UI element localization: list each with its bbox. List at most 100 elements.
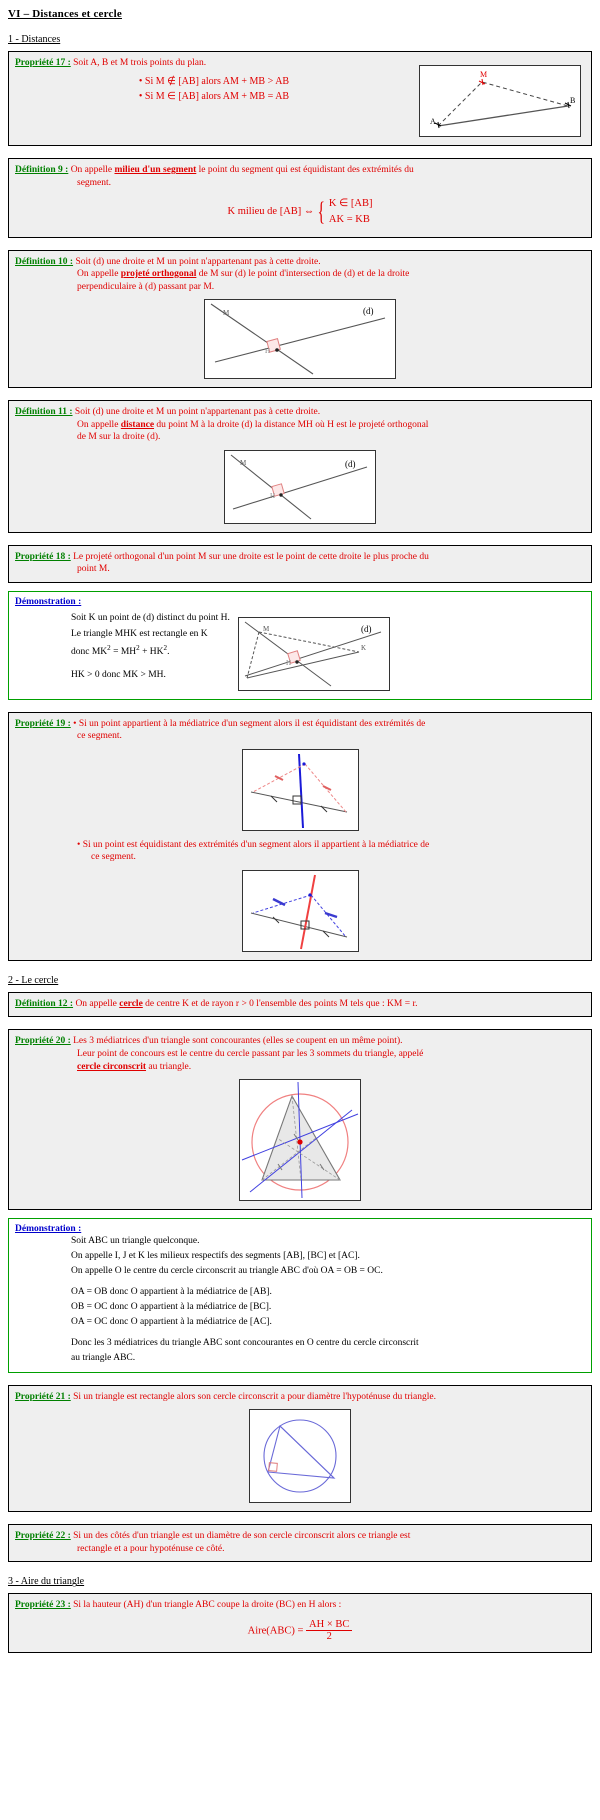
figure-mediatrice-2 [241,869,359,952]
propriete-19-bullet2-line2: ce segment. [91,852,136,863]
definition-9-text-after: le point du segment qui est équidistant … [196,165,414,175]
demonstration-20-p7: Donc les 3 médiatrices du triangle ABC s… [71,1338,419,1349]
propriete-19-label: Propriété 19 : [15,718,71,729]
propriete-23-fraction: AH × BC 2 [306,1619,353,1643]
box-propriete-19: Propriété 19 : • Si un point appartient … [8,711,592,961]
demonstration-18-line4: HK > 0 donc MK > MH. [71,669,166,680]
propriete-23-statement: Propriété 23 : Si la hauteur (AH) d'un t… [15,1599,585,1612]
definition-12-text-before: On appelle [75,998,120,1009]
chapter-title: VI – Distances et cercle [8,8,122,20]
definition-9-text-before: On appelle [70,165,115,175]
svg-text:(d): (d) [345,459,356,469]
svg-text:M: M [240,459,247,467]
propriete-23-label: Propriété 23 : [15,1600,71,1611]
demonstration-18-line3-end: + HK [139,647,164,658]
svg-text:(d): (d) [361,624,372,634]
box-propriete-20: Propriété 20 : Les 3 médiatrices d'un tr… [8,1029,592,1211]
propriete-19-statement-2: • Si un point est équidistant des extrém… [15,839,585,864]
definition-10-statement: Définition 10 : Soit (d) une droite et M… [15,256,585,294]
section-title-aire: 3 - Aire du triangle [8,1576,85,1588]
propriete-20-line2: Leur point de concours est le centre du … [77,1049,424,1059]
definition-9-line2: segment. [77,177,112,188]
demonstration-18-line3-prefix: donc MK [71,647,108,658]
definition-9-statement: Définition 9 : On appelle milieu d'un se… [15,164,585,189]
box-propriete-22: Propriété 22 : Si un des côtés d'un tria… [8,1524,592,1563]
definition-11-line1: Soit (d) une droite et M un point n'appa… [74,407,321,418]
box-definition-10: Définition 10 : Soit (d) une droite et M… [8,249,592,389]
propriete-21-label: Propriété 21 : [15,1391,71,1402]
figure-projete-orthogonal-2: M (d) H [224,449,376,524]
definition-9-case-1: K ∈ [AB] [328,198,373,210]
document-page: VI – Distances et cercle 1 - Distances P… [0,8,600,1820]
propriete-19-bullet2-line1: • Si un point est équidistant des extrém… [77,839,430,850]
definition-11-keyword: distance [120,419,155,430]
figure-demonstration-MHK: M K (d) H [237,616,390,691]
demonstration-20-label: Démonstration : [15,1224,82,1235]
definition-10-line2-before: On appelle [77,269,121,280]
propriete-17-label: Propriété 17 : [15,58,71,68]
demonstration-18-text: Soit K un point de (d) distinct du point… [71,611,230,684]
demonstration-18-label: Démonstration : [15,596,82,607]
definition-11-statement: Définition 11 : Soit (d) une droite et M… [15,406,585,444]
definition-12-text-after: de centre K et de rayon r > 0 l'ensemble… [142,998,418,1009]
definition-12-label: Définition 12 : [15,998,74,1009]
section-title-distances: 1 - Distances [8,34,61,45]
box-propriete-23: Propriété 23 : Si la hauteur (AH) d'un t… [8,1593,592,1654]
propriete-17-bullet-1: • Si M ∉ [AB] alors AM + MB > AB [138,75,290,87]
section-title-cercle: 2 - Le cercle [8,974,59,986]
propriete-17-statement: Propriété 17 : Soit A, B et M trois poin… [15,57,413,70]
box-propriete-17: Propriété 17 : Soit A, B et M trois poin… [8,51,592,146]
propriete-19-bullet1-line2: ce segment. [77,731,122,742]
propriete-20-line1: Les 3 médiatrices d'un triangle sont con… [73,1036,403,1047]
propriete-22-line1: Si un des côtés d'un triangle est un dia… [73,1531,411,1542]
svg-text:M: M [480,70,487,79]
definition-9-keyword: milieu d'un segment [114,165,197,175]
definition-9-label: Définition 9 : [15,165,69,175]
svg-text:H: H [265,347,270,355]
box-definition-9: Définition 9 : On appelle milieu d'un se… [8,158,592,238]
box-propriete-21: Propriété 21 : Si un triangle est rectan… [8,1384,592,1513]
propriete-21-statement: Propriété 21 : Si un triangle est rectan… [15,1391,585,1404]
demonstration-20-p5: OB = OC donc O appartient à la médiatric… [71,1301,272,1312]
definition-10-keyword: projeté orthogonal [120,269,197,280]
propriete-17-text: Soit A, B et M trois points du plan. [73,58,207,68]
propriete-23-denominator: 2 [326,1631,332,1643]
demonstration-20-p1: Soit ABC un triangle quelconque. [71,1236,200,1247]
demonstration-18-line3: donc MK2 = MH2 + HK2. [71,644,170,658]
definition-10-line2-after: de M sur (d) le point d'intersection de … [196,269,410,280]
propriete-22-statement: Propriété 22 : Si un des côtés d'un tria… [15,1530,585,1555]
propriete-20-statement: Propriété 20 : Les 3 médiatrices d'un tr… [15,1035,585,1073]
definition-12-keyword: cercle [119,998,143,1009]
figure-projete-orthogonal-1: M (d) H [204,299,396,380]
definition-9-formula-left: K milieu de [AB] [227,206,302,218]
box-demonstration-20: Démonstration : Soit ABC un triangle que… [8,1218,592,1373]
demonstration-20-p2: On appelle I, J et K les milieux respect… [71,1250,360,1261]
propriete-18-line1: Le projeté orthogonal d'un point M sur u… [73,551,429,562]
propriete-22-line2: rectangle et a pour hypoténuse ce côté. [77,1543,225,1554]
demonstration-20-p8: au triangle ABC. [71,1353,136,1364]
figure-mediatrice-1 [241,748,359,831]
svg-text:M: M [263,625,270,633]
definition-12-statement: Définition 12 : On appelle cercle de cen… [15,998,585,1011]
demonstration-20-label-row: Démonstration : [15,1224,585,1234]
figure-cercle-circonscrit [239,1079,361,1202]
definition-10-label: Définition 10 : [15,256,74,267]
propriete-18-line2: point M. [77,564,110,575]
brace-icon: { [317,196,326,226]
propriete-23-formula: Aire(ABC) = AH × BC 2 [15,1619,585,1643]
propriete-21-text: Si un triangle est rectangle alors son c… [73,1391,436,1402]
propriete-18-statement: Propriété 18 : Le projeté orthogonal d'u… [15,551,585,576]
svg-text:A: A [430,117,436,126]
propriete-20-keyword: cercle circonscrit [77,1061,147,1072]
box-demonstration-18: Démonstration : Soit K un point de (d) d… [8,590,592,700]
svg-text:(d): (d) [363,306,374,316]
figure-triangle-AMB: M B A [419,65,581,137]
definition-9-formula-arrow: ⇔ [303,206,315,218]
propriete-22-label: Propriété 22 : [15,1531,71,1542]
box-definition-11: Définition 11 : Soit (d) une droite et M… [8,400,592,533]
propriete-20-line3-after: au triangle. [146,1061,192,1072]
propriete-19-statement: Propriété 19 : • Si un point appartient … [15,718,585,743]
definition-11-line3: de M sur la droite (d). [77,432,161,443]
demonstration-20-p4: OA = OB donc O appartient à la médiatric… [71,1287,272,1298]
propriete-17-bullets: • Si M ∉ [AB] alors AM + MB > AB • Si M … [15,76,413,102]
